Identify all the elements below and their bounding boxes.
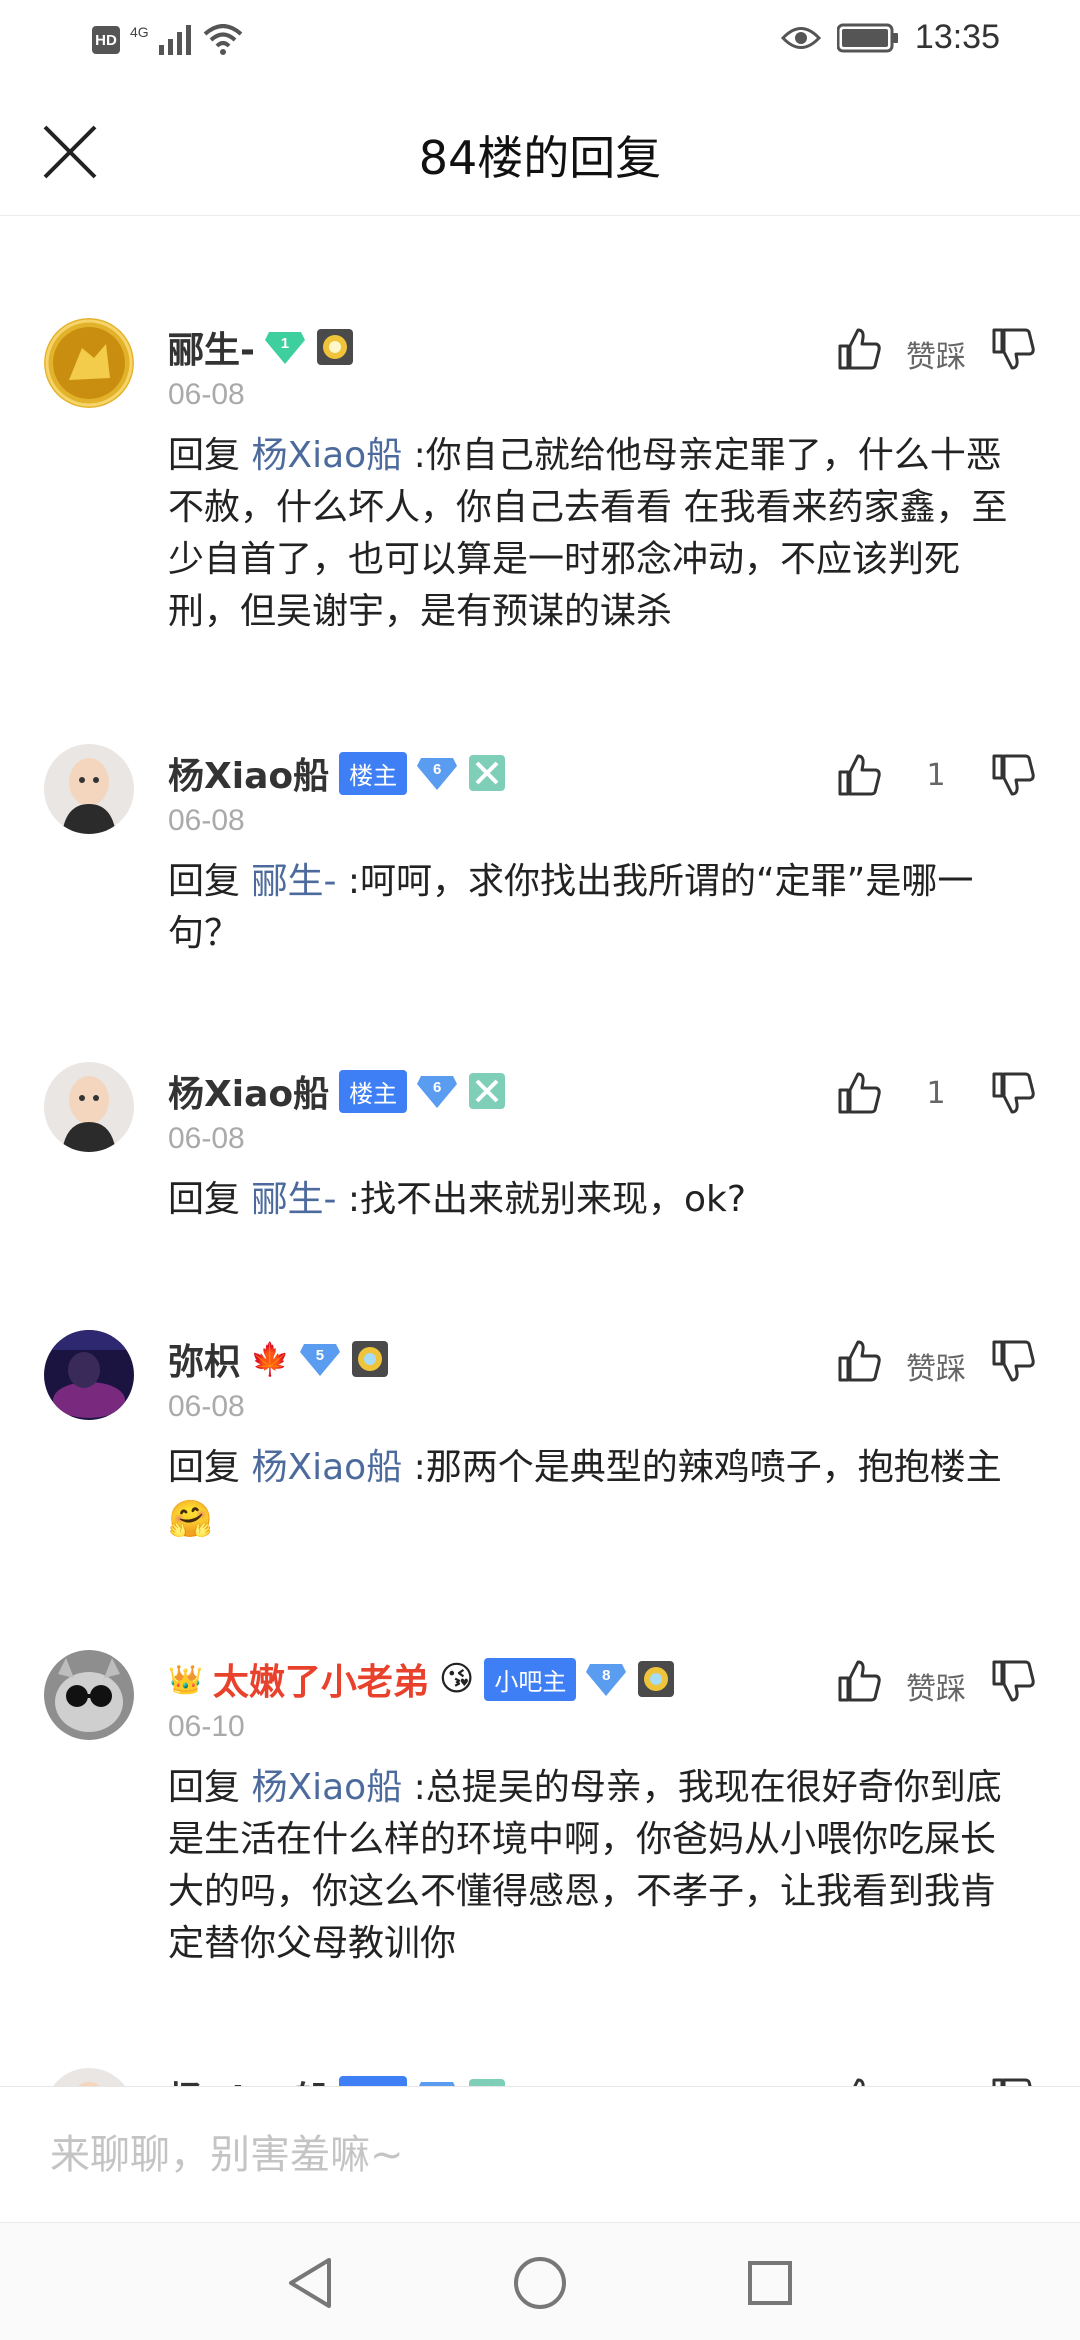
vote-label: 赞踩 [906,1672,966,1707]
level-badge: 5 [299,1342,340,1376]
thumb-up-icon[interactable] [836,2076,882,2086]
vote-control: 赞踩 [836,318,1036,378]
owner-badge: 楼主 [339,1069,408,1113]
back-triangle-icon [289,2258,331,2308]
thumb-up-icon[interactable] [836,326,882,372]
medal-icon [469,755,506,791]
comment-date: 06-08 [168,1390,245,1423]
avatar[interactable] [44,2068,134,2086]
thumb-down-icon[interactable] [990,752,1036,798]
medal-icon [351,1341,388,1377]
thumb-down-icon[interactable] [990,1070,1036,1116]
comment-text: 回复 杨Xiao船 :那两个是典型的辣鸡喷子，抱抱楼主 🤗 [168,1447,1002,1540]
vote-control: 1 [836,744,1036,804]
back-button[interactable] [280,2253,340,2313]
level-badge: 6 [417,1074,458,1108]
thumb-down-icon[interactable] [990,326,1036,372]
comment-list[interactable]: 郦生- 1 06-08 赞踩 回复 杨Xiao船 :你自己就给他母亲定罪了，什么… [0,216,1080,2086]
mention-link[interactable]: 杨Xiao船 [251,1447,402,1488]
username[interactable]: 杨Xiao船 [168,2071,329,2086]
home-button[interactable] [510,2253,570,2313]
wifi-icon [203,24,243,55]
comment-date: 06-10 [168,1710,245,1743]
thumb-down-icon[interactable] [990,1338,1036,1384]
emoji-icon: 😘 [438,1659,475,1699]
comment-text: 回复 杨Xiao船 :总提吴的母亲，我现在很好奇你到底是生活在什么样的环境中啊，… [168,1767,1002,1964]
vote-control: 赞踩 [836,2068,1036,2086]
comment-text: 回复 郦生- :找不出来就别来现，ok? [168,1179,747,1220]
mention-link[interactable]: 杨Xiao船 [251,435,402,476]
crown-icon: 👑 [168,1662,203,1696]
thumb-up-icon[interactable] [836,1070,882,1116]
user-row: 👑 太嫩了小老弟 😘 小吧主 8 [168,1654,676,1704]
thumb-up-icon[interactable] [836,1338,882,1384]
recent-square-icon [748,2261,792,2305]
vote-control: 赞踩 [836,1650,1036,1710]
eye-icon [780,26,821,49]
avatar[interactable] [44,1330,134,1420]
page-title: 84楼的回复 [418,131,662,185]
username[interactable]: 杨Xiao船 [168,1065,329,1117]
avatar[interactable] [44,1062,134,1152]
user-row: 杨Xiao船 楼主 6 [168,2072,507,2086]
username[interactable]: 杨Xiao船 [168,747,329,799]
username[interactable]: 太嫩了小老弟 [213,1653,429,1705]
mention-link[interactable]: 郦生- [251,861,336,902]
comment-text: 回复 郦生- :呵呵，求你找出我所谓的“定罪”是哪一句？ [168,861,974,954]
reply-input-bar [0,2086,1080,2222]
status-right: 13:35 [780,18,1000,57]
avatar[interactable] [44,1650,134,1740]
thumb-up-icon[interactable] [836,752,882,798]
user-row: 郦生- 1 [168,322,355,372]
system-nav-bar [0,2222,1080,2340]
mention-link[interactable]: 郦生- [251,1179,336,1220]
medal-icon [316,329,353,365]
level-badge: 8 [586,1662,627,1696]
hd-icon: HD [92,26,120,54]
medal-icon [469,1073,506,1109]
comment-text: 回复 杨Xiao船 :你自己就给他母亲定罪了，什么十恶不赦，什么坏人，你自己去看… [168,435,1008,632]
user-row: 杨Xiao船 楼主 6 [168,748,507,798]
user-row: 弥枳 🍁 5 [168,1334,390,1384]
vote-count: 1 [926,758,946,793]
vote-count: 1 [926,1076,946,1111]
comment-date: 06-08 [168,804,245,837]
header: 84楼的回复 [0,84,1080,216]
vote-control: 赞踩 [836,1330,1036,1390]
recent-apps-button[interactable] [740,2253,800,2313]
reply-input[interactable] [50,2117,1030,2193]
user-row: 杨Xiao船 楼主 6 [168,1066,507,1116]
home-circle-icon [514,2257,566,2309]
owner-badge: 楼主 [339,751,408,795]
clock: 13:35 [914,18,1000,56]
username[interactable]: 弥枳 [168,1333,240,1385]
medal-icon [638,1661,675,1697]
thumb-up-icon[interactable] [836,1658,882,1704]
comment-date: 06-08 [168,378,245,411]
medal-icon [469,2079,506,2086]
level-badge: 1 [264,330,305,364]
network-type: 4G [130,24,149,40]
mention-link[interactable]: 杨Xiao船 [251,1767,402,1808]
moderator-badge: 小吧主 [484,1657,577,1701]
status-bar: HD 4G 13:35 [0,0,1080,84]
comment-date: 06-08 [168,1122,245,1155]
avatar[interactable] [44,318,134,408]
vote-label: 赞踩 [906,340,966,375]
vote-label: 赞踩 [906,1352,966,1387]
level-badge: 6 [417,756,458,790]
avatar[interactable] [44,744,134,834]
owner-badge: 楼主 [339,2075,408,2086]
username[interactable]: 郦生- [168,321,255,373]
battery-icon [836,23,898,52]
thumb-down-icon[interactable] [990,2076,1036,2086]
thumb-down-icon[interactable] [990,1658,1036,1704]
status-left: HD 4G [92,24,243,56]
maple-leaf-icon: 🍁 [250,1340,290,1378]
signal-icon [158,25,191,55]
vote-control: 1 [836,1062,1036,1122]
